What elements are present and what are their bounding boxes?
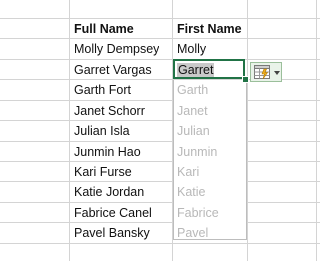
row-divider — [0, 202, 320, 203]
row-divider — [0, 181, 320, 182]
header-first-name[interactable]: First Name — [177, 19, 242, 39]
full-name-cell[interactable]: Garret Vargas — [74, 60, 152, 80]
fill-handle[interactable] — [242, 76, 249, 83]
row-divider — [0, 18, 320, 19]
full-name-cell[interactable]: Molly Dempsey — [74, 39, 159, 59]
full-name-cell[interactable]: Fabrice Canel — [74, 203, 152, 223]
row-divider — [0, 161, 320, 162]
row-divider — [0, 222, 320, 223]
row-divider — [0, 59, 320, 60]
full-name-cell[interactable]: Pavel Bansky — [74, 223, 150, 243]
row-divider — [0, 141, 320, 142]
spreadsheet-grid[interactable]: Full Name First Name Molly Dempsey Garre… — [0, 0, 320, 261]
header-full-name[interactable]: Full Name — [74, 19, 134, 39]
flash-fill-preview-cell: Fabrice — [177, 206, 219, 220]
row-divider — [0, 243, 320, 244]
row-divider — [0, 100, 320, 101]
flash-fill-preview-cell: Julian — [177, 124, 210, 138]
full-name-cell[interactable]: Garth Fort — [74, 80, 131, 100]
chevron-down-icon — [274, 71, 280, 75]
full-name-cell[interactable]: Katie Jordan — [74, 182, 144, 202]
flash-fill-options-icon — [254, 65, 270, 79]
full-name-cell[interactable]: Junmin Hao — [74, 142, 141, 162]
row-divider — [0, 120, 320, 121]
flash-fill-preview-cell: Pavel — [177, 226, 209, 240]
flash-fill-preview-cell: Katie — [177, 185, 206, 199]
full-name-cell[interactable]: Julian Isla — [74, 121, 130, 141]
selected-text: Garret — [177, 63, 215, 77]
flash-fill-preview-cell: Garth — [177, 83, 209, 97]
first-name-cell[interactable]: Molly — [177, 39, 206, 59]
full-name-cell[interactable]: Janet Schorr — [74, 101, 145, 121]
row-divider — [0, 38, 320, 39]
full-name-cell[interactable]: Kari Furse — [74, 162, 132, 182]
active-cell-editor[interactable]: Garret — [173, 59, 245, 79]
flash-fill-preview-cell: Kari — [177, 165, 200, 179]
flash-fill-preview-cell: Janet — [177, 104, 208, 118]
flash-fill-preview-cell: Junmin — [177, 145, 218, 159]
flash-fill-options-button[interactable] — [250, 62, 282, 82]
